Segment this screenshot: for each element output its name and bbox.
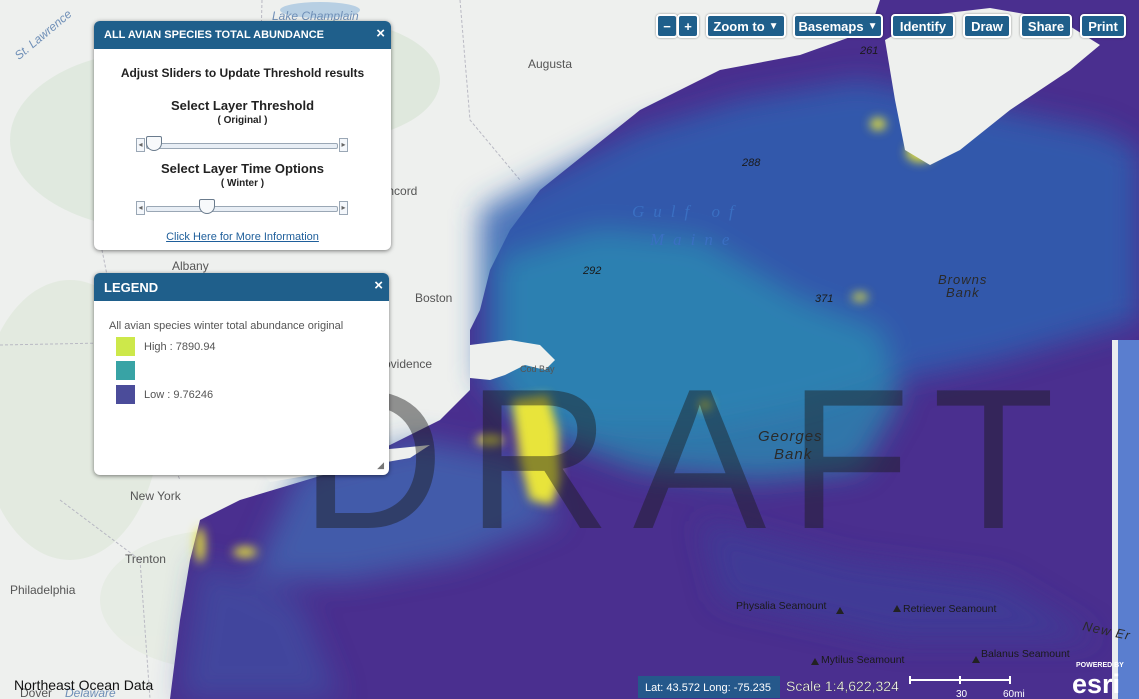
legend-swatch-mid <box>116 361 135 380</box>
share-button[interactable]: Share <box>1020 14 1072 38</box>
label-retriever-seamount: Retriever Seamount <box>903 603 996 615</box>
scale-tick-60mi: 60mi <box>1003 689 1025 699</box>
label-browns-bank: Bank <box>946 285 980 300</box>
time-label: Select Layer Time Options <box>160 161 325 176</box>
esri-logo: esri <box>1072 669 1120 699</box>
label-trenton: Trenton <box>125 552 166 566</box>
basemaps-button[interactable]: Basemaps ▼ <box>793 14 883 38</box>
draw-button[interactable]: Draw <box>963 14 1011 38</box>
legend-low-label: Low : 9.76246 <box>144 389 214 401</box>
zoom-out-button[interactable]: − <box>656 14 678 38</box>
slider-right-arrow-icon[interactable]: ▸ <box>339 138 348 152</box>
threshold-slider-track[interactable] <box>146 143 338 149</box>
label-physalia-seamount: Physalia Seamount <box>736 600 827 612</box>
depth-261: 261 <box>859 45 878 57</box>
footer-site-name: Northeast Ocean Data <box>14 677 154 693</box>
legend-layer-name: All avian species winter total abundance… <box>109 320 344 332</box>
label-balanus-seamount: Balanus Seamount <box>981 648 1070 660</box>
legend-title: LEGEND <box>104 279 159 295</box>
slider-right-arrow-icon[interactable]: ▸ <box>339 201 348 215</box>
slider-left-arrow-icon[interactable]: ◂ <box>136 201 145 215</box>
threshold-panel-header: ALL AVIAN SPECIES TOTAL ABUNDANCE <box>94 21 391 49</box>
threshold-panel-title: ALL AVIAN SPECIES TOTAL ABUNDANCE <box>104 29 325 41</box>
zoom-in-button[interactable]: + <box>677 14 699 38</box>
close-icon[interactable]: × <box>374 277 383 294</box>
close-icon[interactable]: × <box>376 25 385 42</box>
threshold-value: ( Original ) <box>217 115 268 126</box>
instruction-text: Adjust Sliders to Update Threshold resul… <box>120 66 365 80</box>
label-mytilus-seamount: Mytilus Seamount <box>821 654 905 666</box>
legend-swatch-low <box>116 385 135 404</box>
legend-panel-header: LEGEND <box>94 273 389 301</box>
data-edge <box>1112 340 1118 699</box>
depth-371: 371 <box>815 293 833 305</box>
label-augusta: Augusta <box>528 57 572 71</box>
depth-292: 292 <box>582 265 601 277</box>
caret-down-icon: ▼ <box>768 20 779 32</box>
label-georges-bank: Bank <box>774 446 813 463</box>
label-new-york: New York <box>130 489 182 503</box>
print-button[interactable]: Print <box>1080 14 1126 38</box>
draft-watermark: DRAFT <box>300 348 1077 571</box>
esri-powered-by: POWERED BY <box>1076 662 1124 669</box>
threshold-label: Select Layer Threshold <box>170 98 315 113</box>
legend-swatch-high <box>116 337 135 356</box>
threshold-slider[interactable]: ◂ ▸ <box>136 136 348 152</box>
depth-288: 288 <box>741 157 761 169</box>
scale-tick-30: 30 <box>956 689 968 699</box>
more-info-link[interactable]: Click Here for More Information <box>94 231 391 243</box>
label-cod-bay: Cod Bay <box>520 364 555 374</box>
scale-text: Scale 1:4,622,324 <box>786 678 899 694</box>
label-maine: Maine <box>649 230 738 249</box>
zoom-to-button[interactable]: Zoom to ▼ <box>706 14 786 38</box>
threshold-panel: ALL AVIAN SPECIES TOTAL ABUNDANCE × Adju… <box>94 21 391 250</box>
legend-high-label: High : 7890.94 <box>144 341 216 353</box>
resize-handle-icon[interactable]: ◢ <box>377 460 384 471</box>
time-value: ( Winter ) <box>220 178 265 189</box>
label-boston: Boston <box>415 291 452 305</box>
legend-panel: LEGEND × All avian species winter total … <box>94 273 389 475</box>
identify-button[interactable]: Identify <box>891 14 955 38</box>
label-gulf-of: Gulf of <box>632 202 743 221</box>
coords-readout: Lat: 43.572 Long: -75.235 <box>645 682 771 694</box>
zoom-to-label: Zoom to <box>713 18 765 34</box>
caret-down-icon: ▼ <box>867 20 878 32</box>
label-philadelphia: Philadelphia <box>10 583 76 597</box>
basemaps-label: Basemaps <box>798 18 864 34</box>
label-georges: Georges <box>758 428 823 445</box>
slider-left-arrow-icon[interactable]: ◂ <box>136 138 145 152</box>
time-slider-track[interactable] <box>146 206 338 212</box>
label-albany: Albany <box>172 259 209 273</box>
time-slider[interactable]: ◂ ▸ <box>136 199 348 215</box>
